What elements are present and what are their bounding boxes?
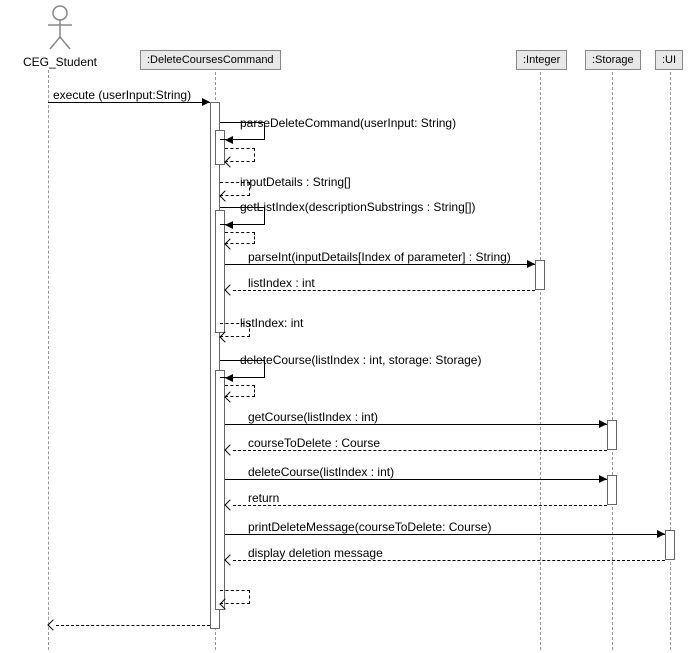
- lifeline-ui: :UI: [655, 50, 683, 70]
- msg-coursetodelete-label: courseToDelete : Course: [248, 436, 380, 450]
- msg-parseint-head: [527, 260, 535, 268]
- lifeline-line-integer: [540, 72, 541, 650]
- msg-execute-label: execute (userInput:String): [53, 88, 191, 102]
- msg-deletecourse-label: deleteCourse(listIndex : int, storage: S…: [240, 353, 481, 367]
- msg-listindex-label: listIndex : int: [248, 276, 315, 290]
- actor-label: CEG_Student: [20, 55, 100, 69]
- msg-return-arrow: [233, 505, 607, 506]
- actor-ceg-student: CEG_Student: [20, 5, 100, 69]
- msg-parse-head: [225, 136, 233, 144]
- msg-parse-label: parseDeleteCommand(userInput: String): [240, 116, 456, 130]
- msg-final-return: [56, 625, 210, 626]
- msg-display-arrow: [233, 560, 665, 561]
- activation-storage-get: [607, 420, 617, 450]
- msg-parseint-arrow: [225, 264, 535, 265]
- msg-final-return-head: [47, 619, 58, 630]
- msg-getcourse-arrow: [225, 424, 607, 425]
- lifeline-integer: :Integer: [516, 50, 567, 70]
- msg-deletecoursestorage-label: deleteCourse(listIndex : int): [248, 465, 394, 479]
- msg-return-head: [224, 499, 235, 510]
- msg-getcourse-head: [599, 420, 607, 428]
- msg-display-head: [224, 554, 235, 565]
- lifeline-line-storage: [612, 72, 613, 650]
- lifeline-storage: :Storage: [585, 50, 641, 70]
- activation-delete-deletecourse: [215, 370, 225, 610]
- msg-deletecourse-head: [225, 374, 233, 382]
- activation-delete-getlist: [215, 210, 225, 333]
- msg-listindex-arrow: [233, 290, 535, 291]
- activation-integer: [535, 260, 545, 290]
- msg-printdelete-label: printDeleteMessage(courseToDelete: Cours…: [248, 520, 491, 534]
- msg-parseint-label: parseInt(inputDetails[Index of parameter…: [248, 250, 511, 264]
- msg-coursetodelete-head: [224, 444, 235, 455]
- activation-ui: [665, 530, 675, 560]
- msg-execute-arrow: [48, 102, 210, 103]
- msg-getlist-label: getListIndex(descriptionSubstrings : Str…: [240, 200, 475, 214]
- lifeline-line-ui: [670, 72, 671, 650]
- lifeline-delete-command: :DeleteCoursesCommand: [140, 50, 281, 70]
- activation-storage-del: [607, 475, 617, 505]
- msg-printdelete-head: [657, 530, 665, 538]
- lifeline-line-actor: [48, 70, 49, 650]
- msg-getcourse-label: getCourse(listIndex : int): [248, 410, 378, 424]
- msg-printdelete-arrow: [225, 534, 665, 535]
- msg-coursetodelete-arrow: [233, 450, 607, 451]
- msg-inputdetails-label: inputDetails : String[]: [240, 175, 351, 189]
- msg-listindex-head: [224, 284, 235, 295]
- msg-return-label: return: [248, 491, 279, 505]
- msg-execute-head: [202, 98, 210, 106]
- actor-icon: [45, 5, 75, 50]
- msg-deletecoursestorage-head: [599, 475, 607, 483]
- msg-deletecoursestorage-arrow: [225, 479, 607, 480]
- msg-getlist-head: [225, 221, 233, 229]
- msg-display-label: display deletion message: [248, 546, 383, 560]
